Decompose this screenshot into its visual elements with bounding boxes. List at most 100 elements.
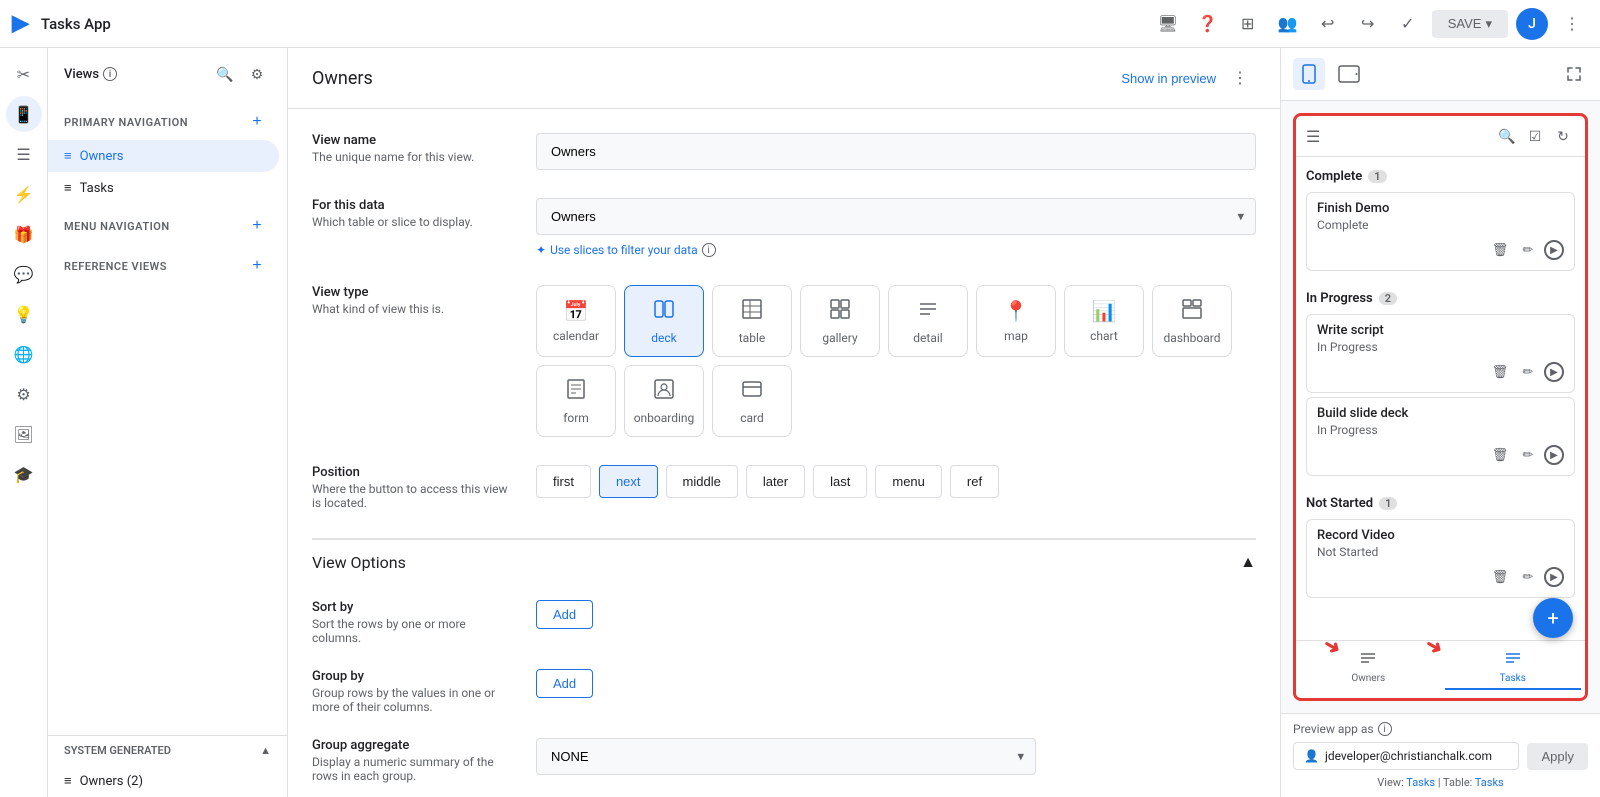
view-type-onboarding[interactable]: onboarding	[624, 365, 704, 437]
preview-edit-icon-1[interactable]: ✏	[1516, 238, 1540, 262]
rail-icon-gift[interactable]: 🎁	[6, 216, 42, 252]
preview-phone-button[interactable]	[1293, 58, 1325, 90]
rail-icon-image[interactable]: 🖼	[6, 416, 42, 452]
position-menu-button[interactable]: menu	[875, 465, 942, 498]
rail-icon-bulb[interactable]: 💡	[6, 296, 42, 332]
preview-edit-icon-4[interactable]: ✏	[1516, 565, 1540, 589]
preview-nav-tasks[interactable]: Tasks	[1441, 641, 1586, 698]
add-primary-nav-button[interactable]: +	[243, 108, 271, 136]
preview-hamburger-icon[interactable]: ☰	[1306, 127, 1320, 146]
sidebar-search-icon[interactable]: 🔍	[211, 60, 239, 88]
rail-icon-phone[interactable]: 📱	[6, 96, 42, 132]
view-type-map[interactable]: 📍 map	[976, 285, 1056, 357]
preview-edit-icon-2[interactable]: ✏	[1516, 360, 1540, 384]
views-info-icon[interactable]: i	[103, 67, 117, 81]
sidebar-item-owners[interactable]: ≡ Owners	[48, 140, 279, 172]
sort-by-add-button[interactable]: Add	[536, 600, 593, 629]
view-type-table[interactable]: table	[712, 285, 792, 357]
preview-fab-button[interactable]: +	[1533, 598, 1573, 638]
preview-play-btn-4[interactable]: ▶	[1544, 567, 1564, 587]
preview-search-icon[interactable]: 🔍	[1495, 124, 1519, 148]
position-row: Position Where the button to access this…	[312, 465, 1256, 510]
sidebar-item-owners2[interactable]: ≡ Owners (2)	[48, 765, 279, 797]
preview-checkbox-icon[interactable]: ☑	[1523, 124, 1547, 148]
primary-nav-header: PRIMARY NAVIGATION +	[48, 100, 287, 140]
monitor-icon[interactable]: 🖥	[1152, 8, 1184, 40]
rail-icon-list[interactable]: ☰	[6, 136, 42, 172]
people-icon[interactable]: 👥	[1272, 8, 1304, 40]
rail-icon-settings[interactable]: ⚙	[6, 376, 42, 412]
view-type-gallery[interactable]: gallery	[800, 285, 880, 357]
more-menu-icon[interactable]: ⋮	[1556, 8, 1588, 40]
group-by-row: Group by Group rows by the values in one…	[312, 669, 1256, 714]
preview-delete-icon-1[interactable]: 🗑	[1488, 238, 1512, 262]
add-reference-views-button[interactable]: +	[243, 252, 271, 280]
preview-delete-icon-2[interactable]: 🗑	[1488, 360, 1512, 384]
preview-expand-icon[interactable]	[1560, 60, 1588, 88]
view-type-card[interactable]: card	[712, 365, 792, 437]
view-type-calendar[interactable]: 📅 calendar	[536, 285, 616, 357]
sidebar-item-tasks[interactable]: ≡ Tasks	[48, 172, 279, 204]
preview-tablet-button[interactable]	[1333, 58, 1365, 90]
for-this-data-sublabel: Which table or slice to display.	[312, 215, 512, 229]
position-first-button[interactable]: first	[536, 465, 591, 498]
help-icon[interactable]: ❓	[1192, 8, 1224, 40]
preview-play-btn-2[interactable]: ▶	[1544, 362, 1564, 382]
preview-item-finish-demo-actions: 🗑 ✏ ▶	[1317, 238, 1564, 262]
system-generated-collapse-icon[interactable]: ▲	[260, 744, 271, 757]
for-this-data-row: For this data Which table or slice to di…	[312, 198, 1256, 257]
add-menu-nav-button[interactable]: +	[243, 212, 271, 240]
group-by-add-button[interactable]: Add	[536, 669, 593, 698]
preview-item-build-slide-deck[interactable]: Build slide deck In Progress 🗑 ✏ ▶	[1306, 397, 1575, 476]
for-this-data-select[interactable]: Owners	[536, 198, 1256, 235]
preview-delete-icon-4[interactable]: 🗑	[1488, 565, 1512, 589]
view-type-deck[interactable]: deck	[624, 285, 704, 357]
rail-icon-lightning[interactable]: ⚡	[6, 176, 42, 212]
slice-link[interactable]: ✦ Use slices to filter your data i	[536, 243, 1256, 257]
rail-icon-globe[interactable]: 🌐	[6, 336, 42, 372]
view-type-dashboard[interactable]: dashboard	[1152, 285, 1232, 357]
preview-apply-button[interactable]: Apply	[1527, 743, 1588, 770]
preview-group-complete: Complete 1 Finish Demo Complete 🗑 ✏ ▶	[1296, 157, 1585, 279]
rail-icon-cap[interactable]: 🎓	[6, 456, 42, 492]
position-ref-button[interactable]: ref	[950, 465, 999, 498]
preview-item-write-script[interactable]: Write script In Progress 🗑 ✏ ▶	[1306, 314, 1575, 393]
view-type-detail[interactable]: detail	[888, 285, 968, 357]
preview-refresh-icon[interactable]: ↻	[1551, 124, 1575, 148]
undo-icon[interactable]: ↩	[1312, 8, 1344, 40]
preview-play-btn-1[interactable]: ▶	[1544, 240, 1564, 260]
preview-app-as-info-icon[interactable]: i	[1378, 722, 1392, 736]
grid-icon[interactable]: ⊞	[1232, 8, 1264, 40]
tasks-nav-indicator	[1445, 688, 1582, 690]
position-next-button[interactable]: next	[599, 465, 658, 498]
preview-delete-icon-3[interactable]: 🗑	[1488, 443, 1512, 467]
preview-item-record-video[interactable]: Record Video Not Started 🗑 ✏ ▶	[1306, 519, 1575, 598]
position-middle-button[interactable]: middle	[666, 465, 738, 498]
sidebar-settings-icon[interactable]: ⚙	[243, 60, 271, 88]
preview-nav-owners[interactable]: Owners	[1296, 641, 1441, 698]
preview-play-btn-3[interactable]: ▶	[1544, 445, 1564, 465]
rail-icon-scissors[interactable]: ✂	[6, 56, 42, 92]
preview-edit-icon-3[interactable]: ✏	[1516, 443, 1540, 467]
content-more-icon[interactable]: ⋮	[1224, 62, 1256, 94]
redo-icon[interactable]: ↪	[1352, 8, 1384, 40]
show-in-preview-button[interactable]: Show in preview	[1121, 71, 1216, 86]
position-later-button[interactable]: later	[746, 465, 805, 498]
save-button[interactable]: SAVE ▾	[1432, 10, 1508, 38]
preview-footer-view-link[interactable]: Tasks	[1406, 776, 1435, 789]
view-type-form[interactable]: form	[536, 365, 616, 437]
group-aggregate-select[interactable]: NONE	[536, 738, 1036, 775]
view-name-input[interactable]	[536, 133, 1256, 170]
sidebar-header: Views i 🔍 ⚙	[48, 48, 287, 100]
slice-info-icon[interactable]: i	[702, 243, 716, 257]
position-last-button[interactable]: last	[813, 465, 867, 498]
rail-icon-bubble[interactable]: 💬	[6, 256, 42, 292]
avatar[interactable]: J	[1516, 8, 1548, 40]
preview-item-finish-demo[interactable]: Finish Demo Complete 🗑 ✏ ▶	[1306, 192, 1575, 271]
view-options-header[interactable]: View Options ▲	[312, 539, 1256, 584]
preview-app-as-label: Preview app as i	[1293, 722, 1588, 736]
view-name-label-col: View name The unique name for this view.	[312, 133, 512, 170]
check-icon[interactable]: ✓	[1392, 8, 1424, 40]
view-type-chart[interactable]: 📊 chart	[1064, 285, 1144, 357]
preview-footer-table-link[interactable]: Tasks	[1475, 776, 1504, 789]
